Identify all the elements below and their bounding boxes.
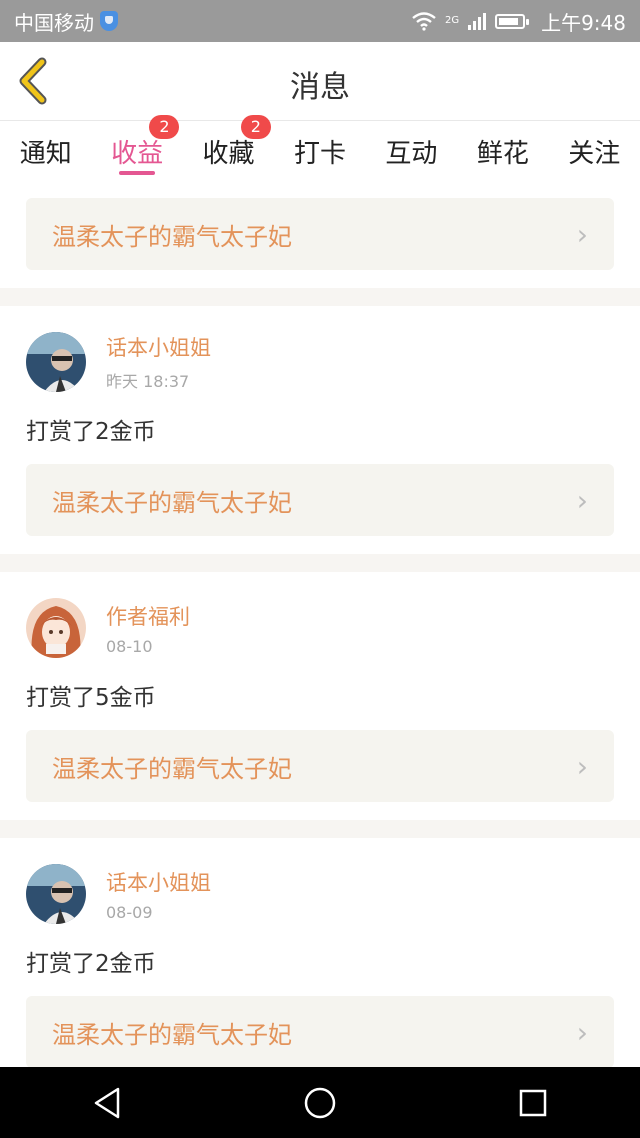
message-time: 08-09 [106,902,153,922]
avatar[interactable] [26,332,86,392]
chevron-right-icon: › [576,483,588,517]
chevron-right-icon: › [576,1015,588,1049]
nav-recent-button[interactable] [503,1073,563,1133]
home-circle-icon [304,1087,336,1118]
status-time: 上午9:48 [541,10,626,35]
message-text: 打赏了5金币 [26,685,156,711]
tab-label: 通知 [19,139,72,169]
tab-flowers[interactable]: 鲜花 [457,121,548,181]
message-text: 打赏了2金币 [26,419,156,445]
tab-notice[interactable]: 通知 [0,121,91,181]
message-time: 08-10 [106,636,153,656]
page-title: 消息 [290,70,350,105]
section-divider [0,288,640,306]
book-link[interactable]: 温柔太子的霸气太子妃 › [26,996,614,1068]
book-link[interactable]: 温柔太子的霸气太子妃 › [26,464,614,536]
tab-follow[interactable]: 关注 [549,121,640,181]
tab-label: 关注 [568,139,621,169]
chevron-right-icon: › [576,749,588,783]
count-badge: 2 [240,115,271,139]
list-item: 温柔太子的霸气太子妃 › [0,181,640,288]
message-list: 温柔太子的霸气太子妃 › 话本小姐姐 昨天 18:37 打赏了2金币 温柔太子的… [0,181,640,1086]
tab-label: 互动 [385,139,438,169]
book-link[interactable]: 温柔太子的霸气太子妃 › [26,198,614,270]
avatar[interactable] [26,864,86,924]
carrier-name: 中国移动 [14,10,94,35]
section-divider [0,554,640,572]
user-name[interactable]: 话本小姐姐 [106,867,211,897]
tab-checkin[interactable]: 打卡 [274,121,365,181]
tab-label: 收藏 [202,139,255,169]
active-tab-indicator [119,171,156,175]
book-title: 温柔太子的霸气太子妃 [52,488,292,517]
tab-label: 打卡 [293,139,346,169]
book-title: 温柔太子的霸气太子妃 [52,754,292,783]
battery-icon [495,13,530,29]
count-badge: 2 [149,115,180,139]
list-item: 作者福利 08-10 打赏了5金币 温柔太子的霸气太子妃 › [0,572,640,820]
book-title: 温柔太子的霸气太子妃 [52,1020,292,1049]
nav-back-button[interactable] [77,1073,137,1133]
network-type: 2G [444,14,460,26]
shield-icon [100,11,118,31]
system-nav-bar [0,1067,640,1138]
chevron-right-icon: › [576,217,588,251]
list-item: 话本小姐姐 昨天 18:37 打赏了2金币 温柔太子的霸气太子妃 › [0,306,640,554]
book-link[interactable]: 温柔太子的霸气太子妃 › [26,730,614,802]
tab-bar: 通知 收益 2 收藏 2 打卡 互动 鲜花 关注 [0,115,640,181]
user-name[interactable]: 话本小姐姐 [106,332,211,362]
message-text: 打赏了2金币 [26,951,156,977]
back-triangle-icon [94,1087,119,1118]
tab-label: 收益 [111,139,164,169]
tab-label: 鲜花 [476,139,529,169]
header: 消息 [0,42,640,121]
avatar-man-in-car-icon [26,332,86,392]
message-time: 昨天 18:37 [106,372,190,391]
user-name[interactable]: 作者福利 [106,601,190,631]
recent-square-icon [520,1089,547,1116]
wifi-icon [412,12,436,31]
tab-interaction[interactable]: 互动 [366,121,457,181]
signal-icon [468,13,487,30]
tab-favorites[interactable]: 收藏 2 [183,115,274,181]
tab-earnings[interactable]: 收益 2 [91,115,182,181]
status-bar: 中国移动 2G 上午9:48 [0,0,640,42]
nav-home-button[interactable] [290,1073,350,1133]
book-title: 温柔太子的霸气太子妃 [52,222,292,251]
list-item: 话本小姐姐 08-09 打赏了2金币 温柔太子的霸气太子妃 › [0,838,640,1086]
carrier: 中国移动 [14,7,118,36]
avatar-anime-girl-icon [26,598,86,658]
section-divider [0,820,640,838]
avatar[interactable] [26,598,86,658]
avatar-man-in-car-icon [26,864,86,924]
